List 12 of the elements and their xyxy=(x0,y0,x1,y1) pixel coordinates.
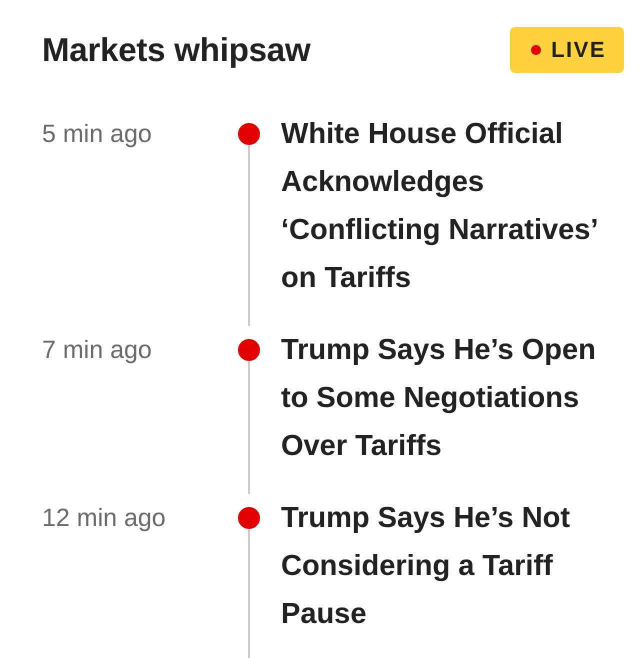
live-label: LIVE xyxy=(551,37,606,63)
headline-link[interactable]: Trump Says He’s Not Considering a Tariff Pause xyxy=(281,494,626,638)
timeline-dot-icon xyxy=(238,507,260,529)
headline-link[interactable]: Trump Says He’s Open to Some Negotiations Over Tariffs xyxy=(281,326,626,470)
timestamp: 7 min ago xyxy=(42,335,153,366)
timestamp: 12 min ago xyxy=(42,503,167,534)
section-title: Markets whipsaw xyxy=(42,31,310,69)
headline-link[interactable]: White House Official Acknowledges ‘Conflicting Narratives’ on Tariffs xyxy=(281,110,626,302)
timeline-dot-icon xyxy=(238,339,260,361)
timeline-dot-icon xyxy=(238,123,260,145)
timestamp: 5 min ago xyxy=(42,119,153,150)
live-dot-icon xyxy=(531,45,542,55)
